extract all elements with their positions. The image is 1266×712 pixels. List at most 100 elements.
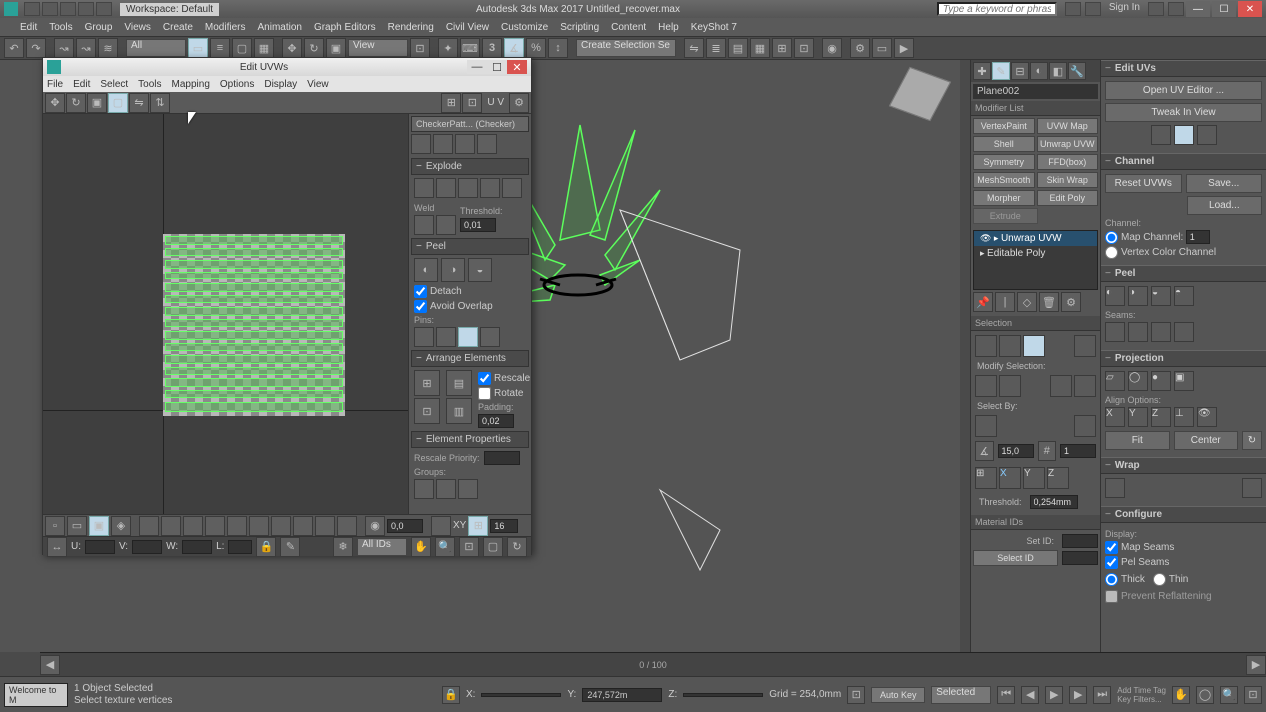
stack-pin-button[interactable]: 📌 xyxy=(973,292,993,312)
load-uvw-button[interactable]: Load... xyxy=(1187,196,1262,215)
isolate-icon[interactable]: ⊡ xyxy=(847,686,865,704)
mod-morpher[interactable]: Morpher xyxy=(973,190,1035,206)
selectby-other-button[interactable] xyxy=(1074,415,1096,437)
uvw-grid-field[interactable] xyxy=(490,519,518,533)
uvw-zoom-icon[interactable]: 🔍 xyxy=(435,537,455,557)
quickmap-planar-icon[interactable] xyxy=(1151,125,1171,145)
qat-undo-icon[interactable] xyxy=(78,2,94,16)
play-next-button[interactable]: ▶ xyxy=(1069,686,1087,704)
uvw-maximize-button[interactable]: ☐ xyxy=(487,60,507,74)
window-crossing-button[interactable]: ▦ xyxy=(254,38,274,58)
uvw-pan-icon[interactable]: ✋ xyxy=(411,537,431,557)
play-button[interactable]: ▶ xyxy=(1045,686,1063,704)
sel-edge-button[interactable] xyxy=(999,335,1021,357)
open-uv-editor-button[interactable]: Open UV Editor ... xyxy=(1105,81,1262,100)
uvw-W-field[interactable] xyxy=(182,540,212,554)
rotate-checkbox[interactable]: Rotate xyxy=(478,387,530,400)
uvw-bt1[interactable] xyxy=(139,516,159,536)
uvw-canvas[interactable] xyxy=(43,114,408,514)
menu-grapheditors[interactable]: Graph Editors xyxy=(314,22,376,33)
mapchannel-field[interactable] xyxy=(1186,230,1210,244)
uvw-scale-button[interactable]: ▣ xyxy=(87,93,107,113)
align-x-button[interactable]: X xyxy=(1105,407,1125,427)
stack-unwrapuvw[interactable]: 👁 ▸ Unwrap UVW xyxy=(974,231,1097,246)
mapchannel-radio[interactable]: Map Channel: xyxy=(1105,230,1262,244)
uvw-lock-icon[interactable]: 🔒 xyxy=(256,537,276,557)
group1-icon[interactable] xyxy=(414,479,434,499)
nav-max-icon[interactable]: ⊡ xyxy=(1244,686,1262,704)
quickmap-box-icon[interactable] xyxy=(1174,125,1194,145)
pack3-icon[interactable]: ▤ xyxy=(446,370,472,396)
stack-config-button[interactable]: ⚙ xyxy=(1061,292,1081,312)
mirror-button[interactable]: ⇋ xyxy=(684,38,704,58)
uvw-sub-face[interactable]: ▣ xyxy=(89,516,109,536)
selectid-button[interactable]: Select ID xyxy=(973,550,1058,566)
mod-unwrapuvw[interactable]: Unwrap UVW xyxy=(1037,136,1099,152)
play-start-button[interactable]: ⏮ xyxy=(997,686,1015,704)
pin4-icon[interactable] xyxy=(480,327,500,347)
align-y-button[interactable]: Y xyxy=(1128,407,1148,427)
help-icon[interactable] xyxy=(1148,2,1164,16)
scale-button[interactable]: ▣ xyxy=(326,38,346,58)
material-editor-button[interactable]: ◉ xyxy=(822,38,842,58)
wrap-header[interactable]: Wrap xyxy=(1101,457,1266,474)
pack4-icon[interactable]: ▥ xyxy=(446,398,472,424)
bind-spacewarp-button[interactable]: ≋ xyxy=(98,38,118,58)
menu-customize[interactable]: Customize xyxy=(501,22,548,33)
cp-create-tab[interactable]: ✚ xyxy=(973,62,991,80)
stack-editablepoly[interactable]: ▸ Editable Poly xyxy=(974,246,1097,261)
center-button[interactable]: Center xyxy=(1174,431,1239,450)
undo-button[interactable]: ↶ xyxy=(4,38,24,58)
move-button[interactable]: ✥ xyxy=(282,38,302,58)
render-setup-button[interactable]: ⚙ xyxy=(850,38,870,58)
uvw-sub-element[interactable]: ◈ xyxy=(111,516,131,536)
pivot-button[interactable]: ⊡ xyxy=(410,38,430,58)
configure-header[interactable]: Configure xyxy=(1101,506,1266,523)
sel-grow-button[interactable] xyxy=(1074,335,1096,357)
group2-icon[interactable] xyxy=(436,479,456,499)
avoid-overlap-checkbox[interactable]: Avoid Overlap xyxy=(414,300,526,313)
subscription-icon[interactable] xyxy=(1065,2,1081,16)
X-field[interactable] xyxy=(481,693,561,697)
uvw-grid2-icon[interactable]: ⊡ xyxy=(462,93,482,113)
menu-modifiers[interactable]: Modifiers xyxy=(205,22,246,33)
elemprop-header[interactable]: Element Properties xyxy=(411,431,529,448)
fit-button[interactable]: Fit xyxy=(1105,431,1170,450)
thick-radio[interactable]: Thick xyxy=(1105,573,1145,586)
peel2-icon[interactable]: ◑ xyxy=(1128,286,1148,306)
menu-keyshot[interactable]: KeyShot 7 xyxy=(691,22,737,33)
weld1-icon[interactable] xyxy=(414,215,434,235)
window-minimize-button[interactable]: — xyxy=(1186,1,1210,17)
object-name-field[interactable]: Plane002 xyxy=(973,84,1098,99)
uvw-menu-mapping[interactable]: Mapping xyxy=(172,79,210,90)
uvw-zoomext-icon[interactable]: ⊡ xyxy=(459,537,479,557)
uvw-snowflake-icon[interactable]: ❄ xyxy=(333,537,353,557)
uvw-menu-edit[interactable]: Edit xyxy=(73,79,90,90)
named-selection-dropdown[interactable]: Create Selection Se xyxy=(576,39,676,57)
uvw-mirror-button[interactable]: ⇋ xyxy=(129,93,149,113)
uvw-L-field[interactable] xyxy=(228,540,252,554)
window-close-button[interactable]: ✕ xyxy=(1238,1,1262,17)
menu-animation[interactable]: Animation xyxy=(257,22,301,33)
selection-filter-dropdown[interactable]: All xyxy=(126,39,186,57)
tweak-in-view-button[interactable]: Tweak In View xyxy=(1105,103,1262,122)
uvw-flip-button[interactable]: ⇅ xyxy=(150,93,170,113)
select-object-button[interactable]: ▭ xyxy=(188,38,208,58)
uvw-menu-display[interactable]: Display xyxy=(264,79,297,90)
signin-label[interactable]: Sign In xyxy=(1109,2,1140,16)
mod-vertexpaint[interactable]: VertexPaint xyxy=(973,118,1035,134)
mod-ffdbox[interactable]: FFD(box) xyxy=(1037,154,1099,170)
timetag-label[interactable]: Add Time Tag xyxy=(1117,686,1166,695)
uvw-tex4-icon[interactable] xyxy=(477,134,497,154)
percent-snap-button[interactable]: % xyxy=(526,38,546,58)
uvw-bt2[interactable] xyxy=(161,516,181,536)
stack-showend-button[interactable]: | xyxy=(995,292,1015,312)
mod-uvwmap[interactable]: UVW Map xyxy=(1037,118,1099,134)
cp-hierarchy-tab[interactable]: ⊟ xyxy=(1011,62,1029,80)
autokey-button[interactable]: Auto Key xyxy=(871,687,925,703)
proj-sphere-icon[interactable]: ● xyxy=(1151,371,1171,391)
seam3-icon[interactable] xyxy=(1151,322,1171,342)
play-prev-button[interactable]: ◀ xyxy=(1021,686,1039,704)
stack-unique-button[interactable]: ◇ xyxy=(1017,292,1037,312)
play-end-button[interactable]: ⏭ xyxy=(1093,686,1111,704)
